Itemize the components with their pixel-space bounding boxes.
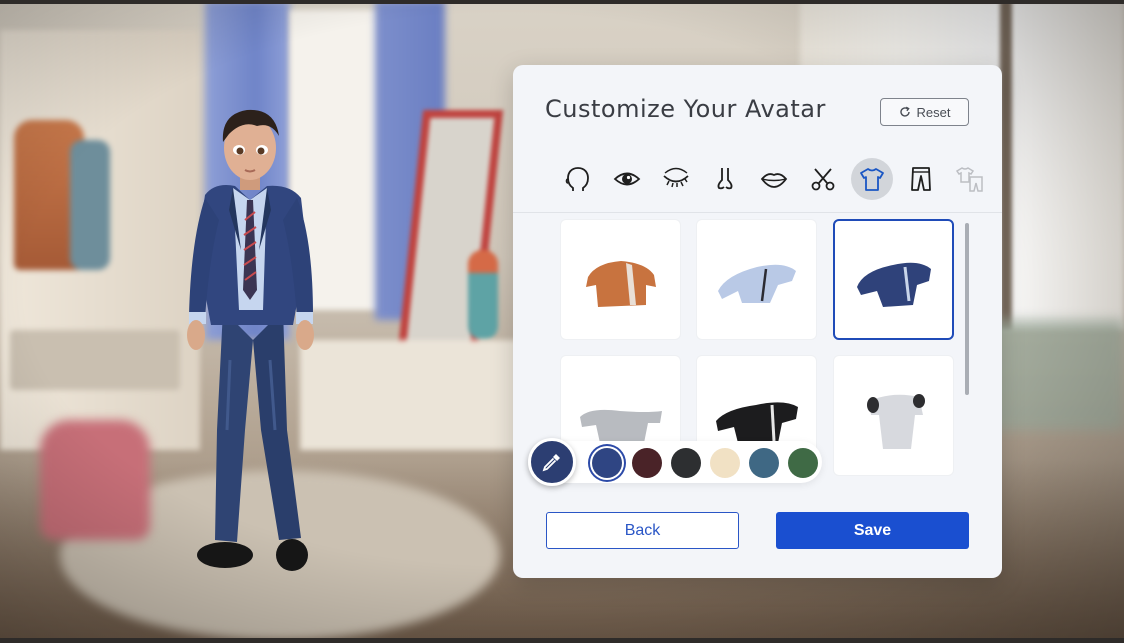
save-button[interactable]: Save [776, 512, 969, 549]
customize-panel: Customize Your Avatar Reset Back Save [513, 65, 1002, 578]
tab-hair[interactable] [802, 158, 844, 200]
item-card-light-blue-jacket[interactable] [696, 219, 817, 340]
tab-outfits[interactable] [949, 158, 991, 200]
back-button[interactable]: Back [546, 512, 739, 549]
lips-icon [760, 173, 788, 188]
jacket-thumbnail [717, 264, 796, 303]
tab-nose[interactable] [704, 158, 746, 200]
tab-bottoms[interactable] [900, 158, 942, 200]
head-shape-icon [565, 167, 589, 191]
jacket-thumbnail [585, 260, 656, 307]
color-swatch[interactable] [592, 448, 622, 478]
item-grid [513, 212, 1002, 480]
pants-icon [911, 167, 931, 191]
avatar-figure [187, 109, 314, 571]
category-tabs [557, 158, 993, 202]
color-picker-button[interactable] [528, 438, 576, 486]
item-card-orange-jacket[interactable] [560, 219, 681, 340]
tab-head-shape[interactable] [557, 158, 599, 200]
color-swatch[interactable] [788, 448, 818, 478]
color-swatch[interactable] [749, 448, 779, 478]
reset-label: Reset [916, 104, 951, 120]
shirt-icon [860, 168, 884, 191]
item-card-white-shirt[interactable] [833, 355, 954, 476]
jacket-thumbnail [579, 409, 662, 443]
outfit-icon [956, 167, 983, 192]
tab-eyes[interactable] [606, 158, 648, 200]
tab-eyelashes[interactable] [655, 158, 697, 200]
tab-tops[interactable] [851, 158, 893, 200]
reset-button[interactable]: Reset [880, 98, 969, 126]
shirt-thumbnail [866, 393, 925, 449]
color-swatch[interactable] [710, 448, 740, 478]
nose-icon [717, 168, 733, 190]
item-card-navy-blazer[interactable] [833, 219, 954, 340]
eyedropper-icon [542, 454, 560, 472]
jacket-thumbnail [715, 401, 798, 443]
avatar-preview[interactable] [175, 100, 325, 580]
tab-lips[interactable] [753, 158, 795, 200]
reset-icon [899, 106, 910, 117]
eyelash-icon [663, 167, 689, 188]
scissors-icon [811, 168, 835, 191]
color-swatch[interactable] [671, 448, 701, 478]
grid-scrollbar[interactable] [965, 223, 969, 395]
eye-icon [613, 172, 641, 186]
color-swatch[interactable] [632, 448, 662, 478]
blazer-thumbnail [856, 262, 931, 307]
panel-title: Customize Your Avatar [545, 95, 826, 123]
